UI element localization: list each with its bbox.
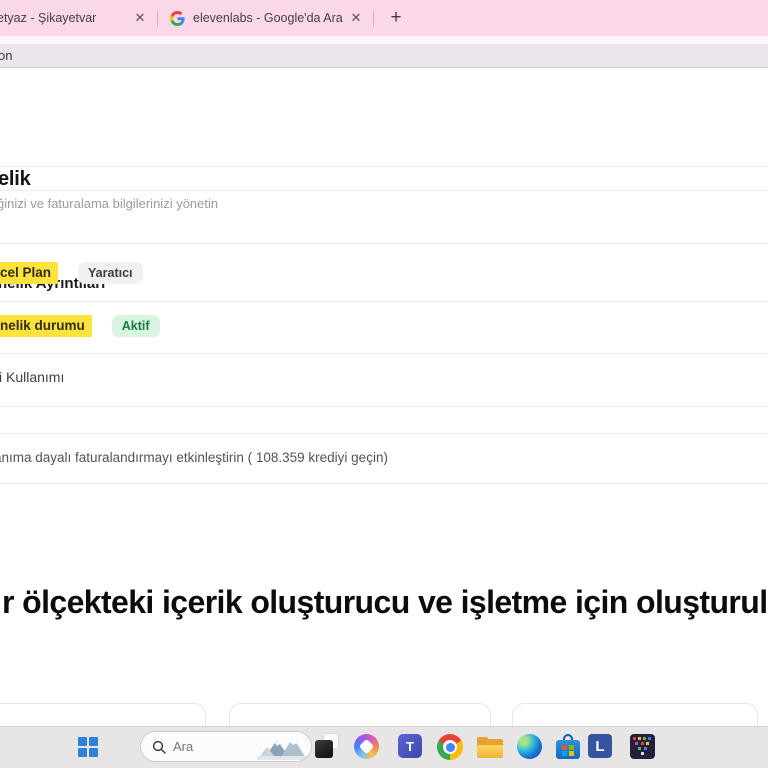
browser-tab-bar: etyaz - Şikayetvar ✕ elevenlabs - Google… — [0, 0, 768, 36]
chrome-icon[interactable] — [437, 734, 463, 760]
l-app-letter: L — [595, 737, 605, 755]
close-icon[interactable]: ✕ — [131, 9, 149, 27]
browser-toolbar-edge — [0, 36, 768, 44]
usage-billing-text: anıma dayalı faturalandırmayı etkinleşti… — [0, 450, 388, 465]
microsoft-store-icon[interactable] — [556, 734, 580, 759]
plan-row: cel Plan Yaratıcı — [0, 259, 143, 287]
divider — [0, 243, 768, 244]
divider — [0, 433, 768, 434]
divider — [0, 353, 768, 354]
plan-badge: Yaratıcı — [78, 262, 143, 284]
teams-letter: T — [406, 738, 414, 754]
page-title: elik — [0, 168, 31, 190]
status-badge: Aktif — [111, 315, 160, 337]
divider — [0, 483, 768, 484]
edge-icon[interactable] — [517, 734, 542, 759]
tab-separator — [373, 10, 374, 26]
divider — [0, 301, 768, 302]
plan-label-highlighted: cel Plan — [0, 262, 59, 284]
divider — [0, 166, 768, 167]
divider — [0, 190, 768, 191]
bookmarks-bar: on — [0, 44, 768, 68]
divider — [0, 406, 768, 407]
tab-title: etyaz - Şikayetvar — [0, 11, 97, 25]
file-explorer-icon[interactable] — [477, 737, 503, 758]
page-subtitle: ğinizi ve faturalama bilgilerinizi yönet… — [0, 196, 219, 211]
tab-google-search[interactable]: elevenlabs - Google'da Ara ✕ — [158, 0, 373, 36]
page-content: elik ğinizi ve faturalama bilgilerinizi … — [0, 69, 768, 768]
tab-title: elevenlabs - Google'da Ara — [193, 11, 343, 25]
retro-pixel-game-icon[interactable] — [630, 734, 655, 759]
search-input[interactable] — [173, 739, 253, 754]
credit-usage-label: i Kullanımı — [0, 369, 65, 385]
close-icon[interactable]: ✕ — [347, 9, 365, 27]
google-favicon-icon — [170, 10, 185, 26]
status-label-highlighted: nelik durumu — [0, 315, 92, 337]
status-row: nelik durumu Aktif — [0, 312, 160, 340]
l-app-icon[interactable]: L — [588, 734, 612, 758]
hero-heading: r ölçekteki içerik oluşturucu ve işletme… — [2, 584, 768, 620]
search-icon — [152, 740, 166, 754]
teams-icon[interactable]: T — [398, 734, 422, 758]
copilot-icon[interactable] — [354, 734, 379, 759]
weather-widget-icon[interactable] — [257, 733, 309, 760]
bookmark-item[interactable]: on — [0, 48, 12, 63]
new-tab-button[interactable]: + — [384, 6, 408, 30]
taskbar-search[interactable] — [140, 731, 312, 762]
tab-sikayetvar[interactable]: etyaz - Şikayetvar ✕ — [0, 0, 157, 36]
windows-start-icon[interactable] — [78, 737, 98, 757]
screen: etyaz - Şikayetvar ✕ elevenlabs - Google… — [0, 0, 768, 768]
dark-app-window-icon[interactable] — [315, 734, 338, 758]
hero-heading-wrap: r ölçekteki içerik oluşturucu ve işletme… — [0, 583, 768, 627]
